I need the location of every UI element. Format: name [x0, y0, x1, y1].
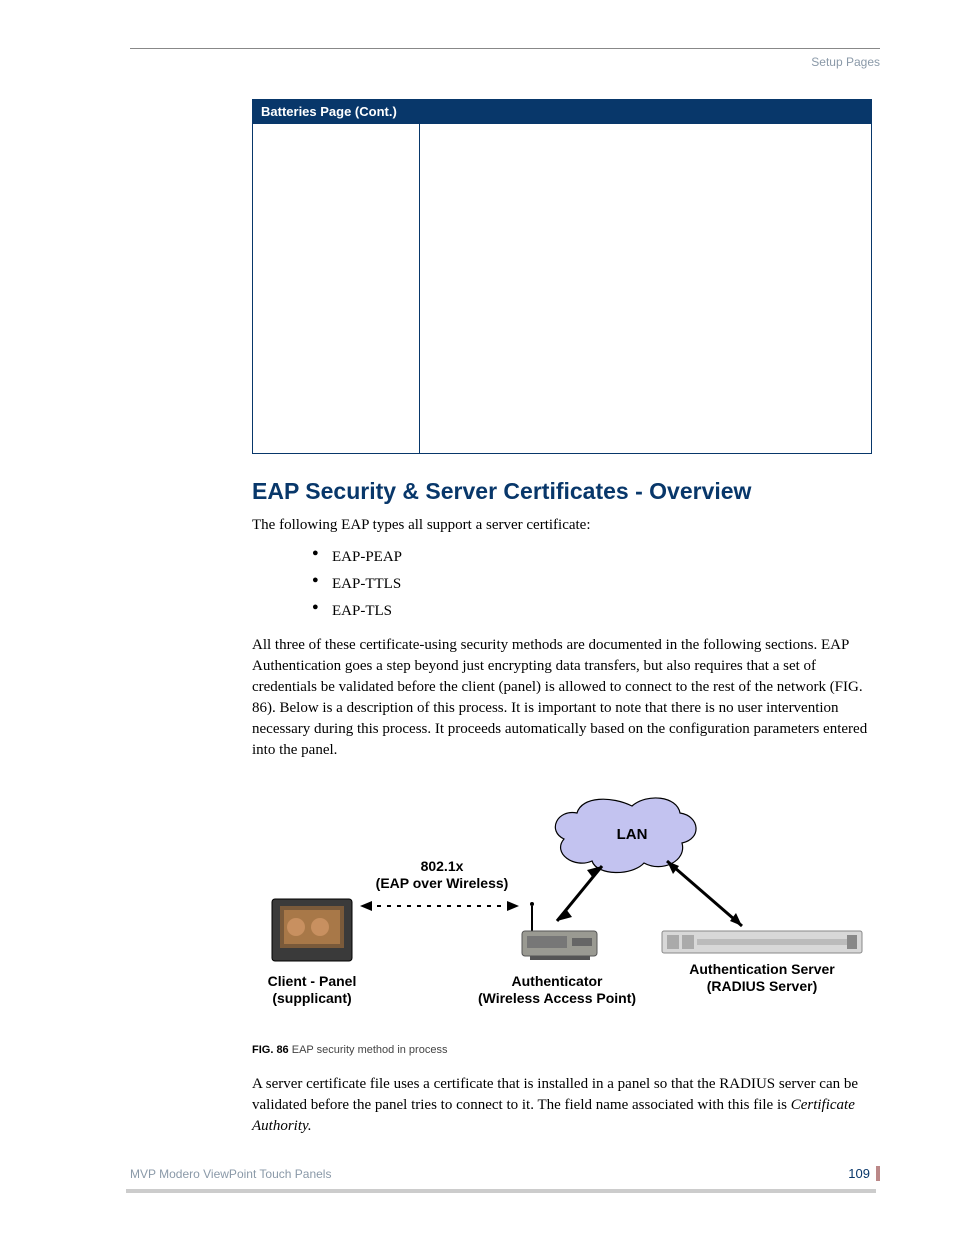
ap-detail [572, 938, 592, 946]
antenna-tip [530, 902, 534, 906]
eap-label-2: (EAP over Wireless) [376, 875, 509, 891]
arrow-head [507, 901, 519, 911]
lan-label: LAN [617, 826, 648, 843]
server-label-1: Authentication Server [689, 961, 835, 977]
page-number: 109 [848, 1166, 870, 1181]
top-rule [130, 48, 880, 49]
heading-eap-security: EAP Security & Server Certificates - Ove… [252, 478, 872, 505]
authenticator-label-2: (Wireless Access Point) [478, 990, 636, 1006]
eap-label-1: 802.1x [421, 858, 464, 874]
figure-caption: FIG. 86 EAP security method in process [252, 1044, 872, 1056]
description-paragraph: All three of these certificate-using sec… [252, 635, 872, 761]
client-label-1: Client - Panel [268, 973, 357, 989]
figure-caption-text: EAP security method in process [289, 1044, 448, 1056]
client-label-2: (supplicant) [272, 990, 351, 1006]
page-footer: MVP Modero ViewPoint Touch Panels 109 [130, 1166, 880, 1181]
table-row [253, 124, 872, 454]
cert-para-text: A server certificate file uses a certifi… [252, 1076, 858, 1113]
figure-number: FIG. 86 [252, 1044, 289, 1056]
client-screen-detail [311, 918, 329, 936]
page-content: Setup Pages Batteries Page (Cont.) EAP S… [130, 48, 880, 1145]
server-detail [667, 935, 679, 949]
diagram-svg: LAN 802.1x (EAP over Wireless) [252, 791, 872, 1031]
arrow-head [730, 913, 742, 926]
batteries-table: Batteries Page (Cont.) [252, 99, 872, 454]
certificate-paragraph: A server certificate file uses a certifi… [252, 1074, 872, 1137]
table-cell-right [420, 124, 872, 454]
footer-doc-title: MVP Modero ViewPoint Touch Panels [130, 1167, 331, 1181]
server-detail [682, 935, 694, 949]
ap-base [530, 956, 590, 960]
arrow-line [667, 861, 742, 926]
header-section-label: Setup Pages [130, 55, 880, 69]
main-content: Batteries Page (Cont.) EAP Security & Se… [252, 99, 872, 1137]
arrow-head [360, 901, 372, 911]
footer-strip [126, 1189, 876, 1193]
ap-detail [527, 936, 567, 948]
list-item: EAP-TLS [312, 598, 872, 625]
authenticator-label-1: Authenticator [512, 973, 604, 989]
table-cell-left [253, 124, 420, 454]
table-title: Batteries Page (Cont.) [253, 100, 872, 124]
intro-paragraph: The following EAP types all support a se… [252, 515, 872, 536]
figure-86: LAN 802.1x (EAP over Wireless) [252, 791, 872, 1056]
client-screen-detail [287, 918, 305, 936]
eap-types-list: EAP-PEAP EAP-TTLS EAP-TLS [312, 544, 872, 625]
server-detail [847, 935, 857, 949]
server-label-2: (RADIUS Server) [707, 978, 817, 994]
list-item: EAP-PEAP [312, 544, 872, 571]
list-item: EAP-TTLS [312, 571, 872, 598]
server-detail [697, 939, 847, 945]
